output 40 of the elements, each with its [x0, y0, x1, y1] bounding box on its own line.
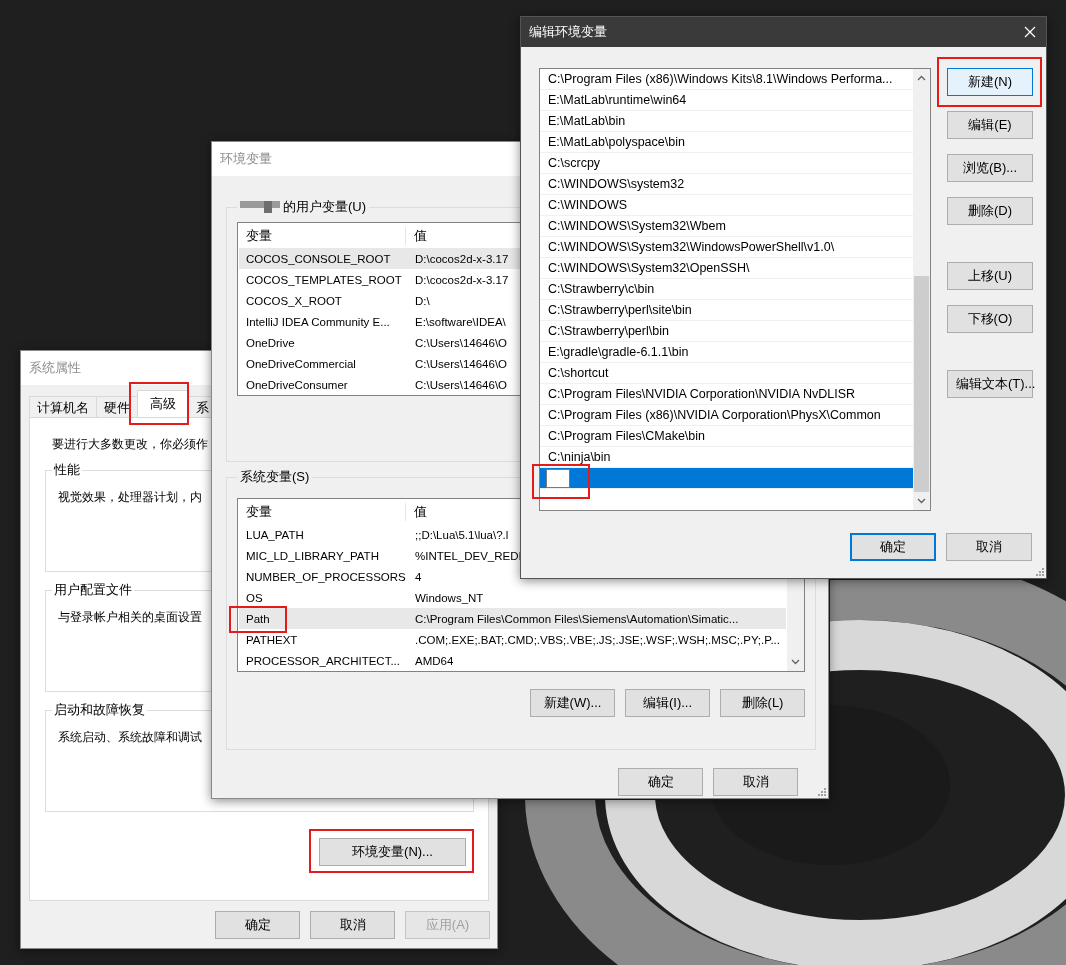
table-cell-text: %INTEL_DEV_REDI [414, 549, 523, 562]
table-cell-text: C:\Users\14646\O [414, 336, 509, 349]
table-cell-text: C:\Program Files\Common Files\Siemens\Automation\Simatic... [414, 612, 740, 625]
table-cell-text: COCOS_TEMPLATES_ROOT [245, 273, 403, 286]
table-cell-text: D:\ [414, 294, 431, 307]
group-description: 视觉效果，处理器计划，内 [58, 489, 202, 506]
table-cell-text: Windows_NT [414, 591, 485, 604]
table-cell-text: PATHEXT [245, 633, 299, 646]
window-title: 编辑环境变量 [529, 23, 607, 41]
table-cell-text: ;;D:\Lua\5.1\lua\?.l [414, 528, 510, 541]
group-title: 启动和故障恢复 [53, 702, 146, 719]
group-description: 系统启动、系统故障和调试 [58, 729, 202, 746]
group-description: 与登录帐户相关的桌面设置 [58, 609, 202, 626]
table-cell-text: E:\software\IDEA\ [414, 315, 507, 328]
table-cell-text: NUMBER_OF_PROCESSORS [245, 570, 407, 583]
table-cell-text: Path [245, 612, 271, 625]
table-cell-text: D:\cocos2d-x-3.17 [414, 252, 510, 265]
group-title: 性能 [53, 462, 81, 479]
table-cell-text: OneDriveCommercial [245, 357, 357, 370]
group-title: 系统变量(S) [240, 468, 310, 486]
table-cell-text: COCOS_CONSOLE_ROOT [245, 252, 392, 265]
window-title: 环境变量 [220, 150, 272, 168]
group-title: 用户配置文件 [53, 582, 133, 599]
table-cell-text: C:\Users\14646\O [414, 378, 509, 391]
table-cell-text: AMD64 [414, 654, 455, 667]
window-title: 系统属性 [29, 359, 81, 377]
table-cell-text: IntelliJ IDEA Community E... [245, 315, 391, 328]
table-cell-text: .COM;.EXE;.BAT;.CMD;.VBS;.VBE;.JS;.JSE;.WSF;.WSH;.MSC;.PY;.P... [414, 633, 781, 646]
table-cell-text: 4 [414, 570, 423, 583]
table-cell-text: D:\cocos2d-x-3.17 [414, 273, 510, 286]
table-cell-text: LUA_PATH [245, 528, 305, 541]
instruction-text: 要进行大多数更改，你必须作 [52, 436, 208, 453]
table-cell-text: OS [245, 591, 264, 604]
table-cell-text: OneDriveConsumer [245, 378, 349, 391]
group-title: 的用户变量(U) [283, 198, 367, 216]
table-cell-text: PROCESSOR_ARCHITECT... [245, 654, 401, 667]
table-cell-text: OneDrive [245, 336, 296, 349]
table-cell-text: COCOS_X_ROOT [245, 294, 343, 307]
table-cell-text: C:\Users\14646\O [414, 357, 509, 370]
table-cell-text: MIC_LD_LIBRARY_PATH [245, 549, 380, 562]
